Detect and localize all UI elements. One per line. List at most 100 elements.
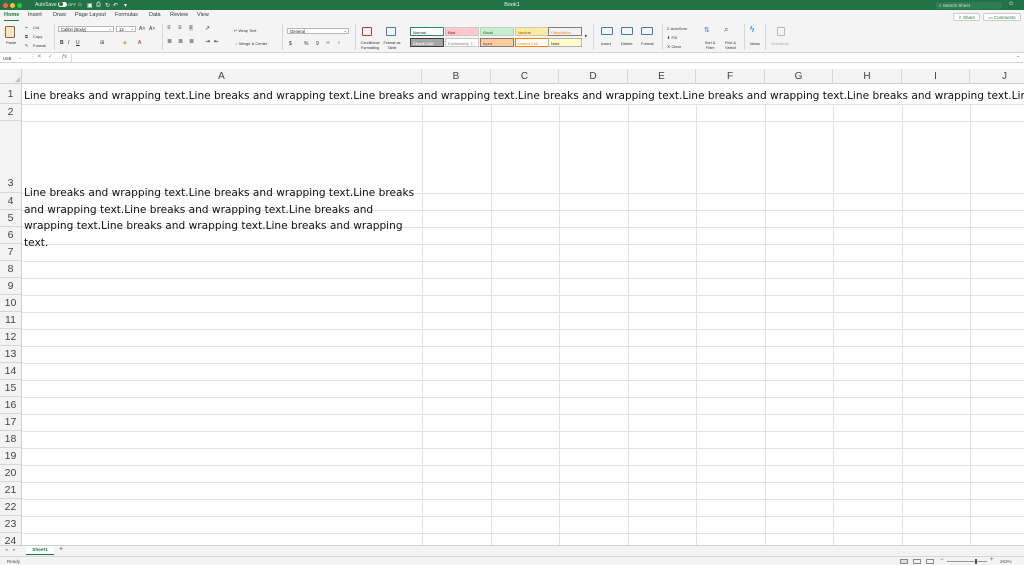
style-input[interactable]: Input <box>480 38 514 47</box>
format-painter-label[interactable]: Format <box>33 43 46 48</box>
tab-page-layout[interactable]: Page Layout <box>75 12 106 18</box>
column-header-c[interactable]: C <box>491 69 559 84</box>
conditional-formatting-label[interactable]: Conditional Formatting <box>358 41 382 50</box>
find-select-icon[interactable]: ⌕ <box>724 25 728 35</box>
column-header-f[interactable]: F <box>696 69 765 84</box>
style-check-cell[interactable]: Check Cell <box>410 38 444 47</box>
align-right-icon[interactable]: ≣ <box>189 38 194 45</box>
autosave-toggle[interactable]: AutoSave OFF <box>35 2 76 8</box>
formula-input[interactable] <box>74 54 1004 62</box>
align-center-icon[interactable]: ≣ <box>178 38 183 45</box>
style-neutral[interactable]: Neutral <box>515 27 549 36</box>
spreadsheet-grid[interactable]: A B C D E F G H I J 1 2 3 4 5 6 7 8 9 10 11 12 13 14 1… <box>0 63 1024 545</box>
maximize-window-icon[interactable] <box>17 2 22 8</box>
row-header-16[interactable]: 16 <box>0 397 22 414</box>
fill-color-icon[interactable]: ◈ <box>123 40 127 46</box>
save-icon[interactable]: ▣ <box>87 2 93 9</box>
close-window-icon[interactable] <box>3 2 8 8</box>
cut-icon[interactable]: ✂ <box>25 25 28 30</box>
row-header-22[interactable]: 22 <box>0 499 22 516</box>
row-header-2[interactable]: 2 <box>0 104 22 121</box>
outdent-icon[interactable]: ⇤ <box>214 38 219 45</box>
page-break-view-icon[interactable] <box>926 558 934 564</box>
tab-review[interactable]: Review <box>170 12 188 18</box>
prev-sheet-icon[interactable]: ◂ <box>5 547 8 553</box>
column-header-i[interactable]: I <box>902 69 970 84</box>
row-header-5[interactable]: 5 <box>0 210 22 227</box>
font-size-select[interactable]: 12 <box>116 26 136 32</box>
style-bad[interactable]: Bad <box>445 27 479 36</box>
row-header-15[interactable]: 15 <box>0 380 22 397</box>
column-header-d[interactable]: D <box>559 69 628 84</box>
format-cells-label[interactable]: Format <box>641 41 654 46</box>
zoom-slider[interactable] <box>947 561 987 562</box>
merge-center-button[interactable]: ⇔ Merge & Center <box>234 41 267 46</box>
underline-button[interactable]: U <box>76 40 80 46</box>
decrease-decimal-icon[interactable]: ⁰ <box>338 41 340 47</box>
name-box[interactable]: U55 <box>2 54 22 62</box>
normal-view-icon[interactable] <box>900 558 908 564</box>
row-header-6[interactable]: 6 <box>0 227 22 244</box>
zoom-level[interactable]: 263% <box>1000 559 1012 564</box>
row-header-9[interactable]: 9 <box>0 278 22 295</box>
next-sheet-icon[interactable]: ▸ <box>13 547 16 553</box>
paste-label[interactable]: Paste <box>6 40 16 45</box>
copy-label[interactable]: Copy <box>33 34 42 39</box>
clear-button[interactable]: ✕ Clear <box>667 44 681 49</box>
style-explanatory[interactable]: Explanatory T... <box>445 38 479 47</box>
align-middle-icon[interactable]: ≡ <box>178 25 182 31</box>
column-header-g[interactable]: G <box>765 69 833 84</box>
bold-button[interactable]: B <box>60 40 64 46</box>
undo-icon[interactable]: ↶ <box>113 2 118 9</box>
print-icon[interactable]: ⎙ <box>96 2 101 9</box>
home-icon[interactable]: ⌂ <box>78 2 82 8</box>
minimize-window-icon[interactable] <box>10 2 15 8</box>
zoom-slider-thumb[interactable] <box>975 559 977 564</box>
row-header-11[interactable]: 11 <box>0 312 22 329</box>
borders-icon[interactable]: ⊞ <box>100 40 104 46</box>
expand-formula-bar-icon[interactable]: ⌄ <box>1016 53 1020 59</box>
customize-toolbar-icon[interactable]: ▾ <box>124 2 127 9</box>
number-format-select[interactable]: General <box>287 28 349 34</box>
sort-filter-icon[interactable]: ⇅ <box>704 26 710 34</box>
style-good[interactable]: Good <box>480 27 514 36</box>
indent-icon[interactable]: ⇥ <box>205 38 210 45</box>
row-header-4[interactable]: 4 <box>0 193 22 210</box>
autosum-button[interactable]: Σ AutoSum <box>667 26 687 31</box>
style-normal[interactable]: Normal <box>410 27 444 36</box>
tab-draw[interactable]: Draw <box>53 12 66 18</box>
row-header-14[interactable]: 14 <box>0 363 22 380</box>
increase-font-icon[interactable]: A˄ <box>139 26 145 32</box>
align-top-icon[interactable]: ≡ <box>167 25 171 31</box>
font-color-icon[interactable]: A <box>138 40 141 46</box>
cell-a3[interactable]: Line breaks and wrapping text.Line break… <box>24 185 422 251</box>
page-layout-view-icon[interactable] <box>913 558 921 564</box>
row-header-10[interactable]: 10 <box>0 295 22 312</box>
insert-function-icon[interactable]: fx <box>62 54 67 60</box>
font-name-select[interactable]: Calibri (Body) <box>58 26 114 32</box>
row-header-1[interactable]: 1 <box>0 84 22 104</box>
cut-label[interactable]: Cut <box>33 25 39 30</box>
ideas-label[interactable]: Ideas <box>750 41 760 46</box>
row-header-20[interactable]: 20 <box>0 465 22 482</box>
row-header-18[interactable]: 18 <box>0 431 22 448</box>
row-header-3[interactable]: 3 <box>0 121 22 193</box>
zoom-out-icon[interactable]: − <box>940 557 944 563</box>
find-select-label[interactable]: Find & Select <box>722 41 739 50</box>
share-button[interactable]: ⇪ Share <box>953 13 980 21</box>
format-as-table-label[interactable]: Format as Table <box>383 41 401 50</box>
currency-button[interactable]: $ <box>289 41 292 47</box>
column-header-h[interactable]: H <box>833 69 902 84</box>
paste-icon[interactable] <box>5 26 15 38</box>
sheet-tab-sheet1[interactable]: Sheet1 <box>26 546 54 555</box>
sort-filter-label[interactable]: Sort & Filter <box>702 41 718 50</box>
italic-button[interactable]: I <box>68 40 69 46</box>
style-note[interactable]: Note <box>548 38 582 47</box>
column-header-e[interactable]: E <box>628 69 696 84</box>
percent-button[interactable]: % <box>304 41 308 47</box>
tab-formulas[interactable]: Formulas <box>115 12 138 18</box>
format-as-table-icon[interactable] <box>386 27 396 36</box>
tab-home[interactable]: Home <box>4 12 20 21</box>
column-header-a[interactable]: A <box>22 69 422 84</box>
redo-icon[interactable]: ↻ <box>105 2 110 9</box>
